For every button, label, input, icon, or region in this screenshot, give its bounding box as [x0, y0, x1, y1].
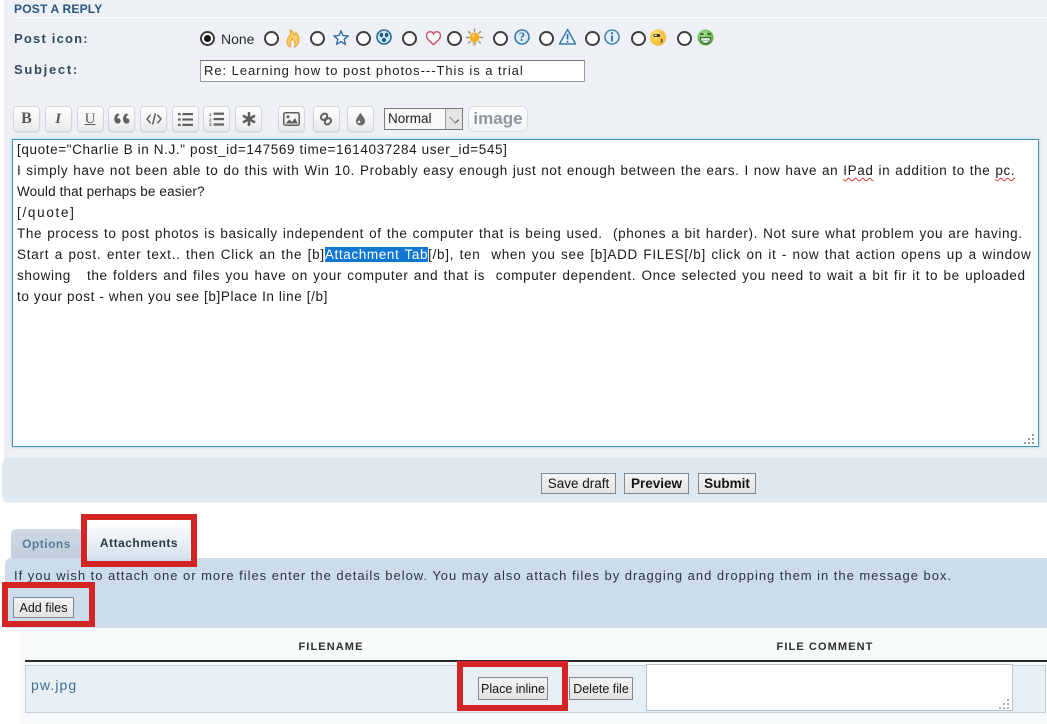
svg-text:3: 3	[209, 122, 212, 126]
svg-text:1: 1	[209, 112, 212, 117]
svg-text:?: ?	[519, 30, 525, 44]
